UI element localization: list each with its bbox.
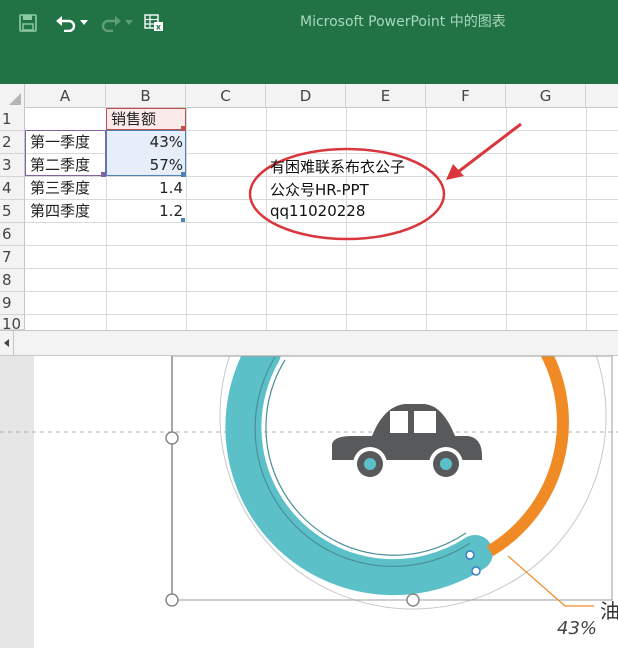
edit-data-excel-icon[interactable]: x (143, 12, 165, 34)
pointer-arrow-head (446, 164, 464, 180)
pointer-arrow-line (457, 122, 522, 174)
contact-note-line-3: qq11020228 (270, 202, 366, 220)
car-window (414, 411, 436, 433)
save-icon[interactable] (18, 12, 38, 34)
contact-note-line-1: 有困难联系布衣公子 (270, 158, 406, 176)
svg-text:x: x (156, 23, 162, 32)
title-bar: x Microsoft PowerPoint 中的图表 (0, 0, 618, 84)
horizontal-scrollbar[interactable] (0, 330, 618, 356)
chart-graphic[interactable] (0, 356, 618, 648)
label-leader-line (507, 555, 594, 607)
resize-handle (406, 593, 420, 607)
contact-note-line-2: 公众号HR-PPT (270, 181, 369, 199)
percent-data-label[interactable]: 43% (557, 618, 597, 639)
resize-handle (165, 593, 179, 607)
slide-canvas[interactable] (0, 356, 618, 648)
undo-icon[interactable] (54, 12, 78, 34)
resize-handle (165, 431, 179, 445)
chevron-left-icon (4, 339, 9, 347)
point-handle (471, 566, 481, 576)
spreadsheet-grid[interactable]: A B C D E F G 1 2 3 4 5 6 7 8 9 10 销售额 第… (0, 84, 618, 333)
donut-segment-orange (486, 356, 569, 557)
series-label[interactable]: 油 (600, 595, 618, 624)
point-handle (465, 550, 475, 560)
redo-icon[interactable] (99, 12, 123, 34)
redo-dropdown-icon[interactable] (124, 12, 134, 34)
undo-dropdown-icon[interactable] (79, 12, 89, 34)
excel-chart-data-window: x Microsoft PowerPoint 中的图表 A B C D E F … (0, 0, 618, 648)
window-title: Microsoft PowerPoint 中的图表 (300, 14, 506, 30)
car-window (390, 411, 408, 433)
scroll-left-button[interactable] (0, 331, 14, 355)
